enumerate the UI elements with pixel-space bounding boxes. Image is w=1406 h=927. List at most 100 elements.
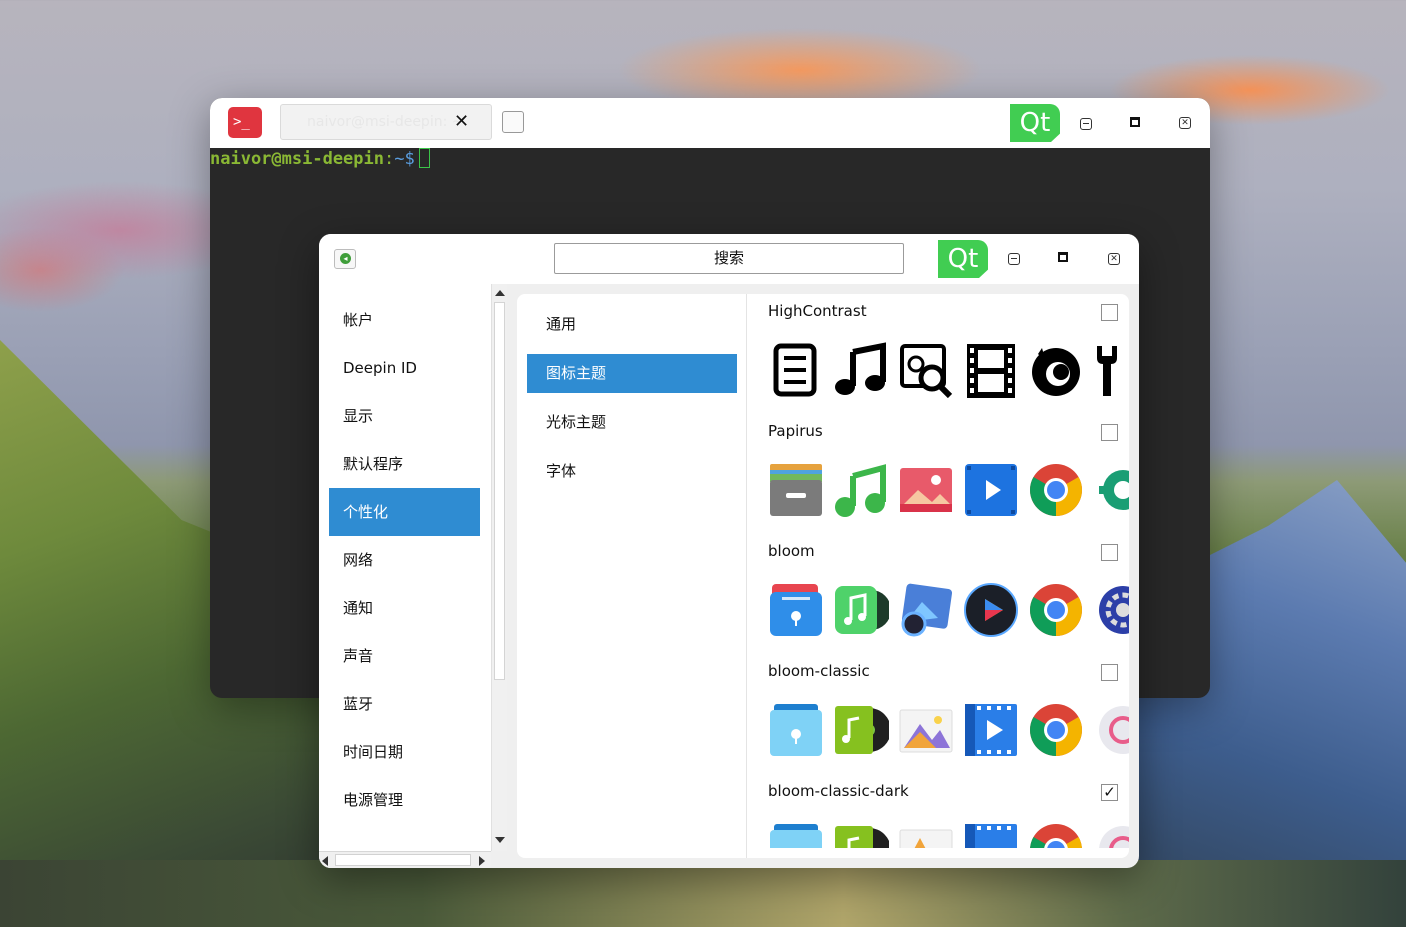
scroll-down-icon[interactable]: [495, 837, 505, 843]
minimize-button[interactable]: [1080, 118, 1092, 130]
settings-gear-icon: [1093, 462, 1129, 518]
file-manager-icon: [768, 822, 824, 848]
theme-icon-preview: [768, 582, 1129, 642]
theme-checkbox[interactable]: [1101, 304, 1118, 321]
music-icon: [833, 462, 889, 518]
subnav-cursor-theme[interactable]: 光标主题: [527, 403, 737, 442]
personalization-subnav: 通用 图标主题 光标主题 字体: [517, 294, 747, 858]
prompt-user: naivor@msi-deepin: [210, 149, 384, 169]
subnav-general[interactable]: 通用: [527, 305, 737, 344]
settings-gear-icon: [1093, 702, 1129, 758]
nav-horizontal-scrollbar[interactable]: [319, 851, 491, 868]
back-button[interactable]: ◂: [334, 249, 356, 269]
terminal-app-icon[interactable]: >_: [228, 107, 262, 138]
scrollbar-thumb[interactable]: [494, 302, 505, 680]
new-tab-button[interactable]: [502, 111, 524, 133]
video-player-icon: [963, 702, 1019, 758]
nav-item-bluetooth[interactable]: 蓝牙: [329, 680, 480, 728]
theme-name: bloom-classic-dark: [768, 782, 909, 800]
theme-item[interactable]: bloom-classic-dark ✓: [768, 774, 1129, 848]
theme-icon-preview: [768, 702, 1129, 762]
terminal-titlebar[interactable]: >_ naivor@msi-deepin: ~ ✕ Qt ✕: [210, 98, 1210, 148]
music-icon: [833, 582, 889, 638]
file-manager-icon: [768, 462, 824, 518]
nav-item-datetime[interactable]: 时间日期: [329, 728, 480, 776]
scroll-up-icon[interactable]: [495, 290, 505, 296]
theme-icon-preview: [768, 342, 1119, 402]
image-viewer-icon: [898, 822, 954, 848]
video-player-icon: [963, 462, 1019, 518]
settings-gear-icon: [1093, 582, 1129, 638]
file-manager-icon: [768, 342, 824, 398]
theme-name: Papirus: [768, 422, 823, 440]
theme-icon-preview: [768, 462, 1129, 522]
terminal-output[interactable]: naivor@msi-deepin:~$: [210, 148, 1210, 170]
image-viewer-icon: [898, 702, 954, 758]
prompt-path: ~$: [394, 149, 415, 169]
scroll-left-icon[interactable]: [322, 856, 328, 866]
terminal-cursor: [418, 148, 430, 168]
image-viewer-icon: [898, 582, 954, 638]
theme-item[interactable]: HighContrast: [768, 294, 1119, 414]
maximize-button[interactable]: [1058, 252, 1068, 262]
image-viewer-icon: [898, 462, 954, 518]
back-arrow-icon: ◂: [340, 253, 351, 264]
theme-item[interactable]: bloom: [768, 534, 1129, 654]
maximize-button[interactable]: [1130, 117, 1140, 127]
nav-item-personalization[interactable]: 个性化: [329, 488, 480, 536]
scrollbar-thumb[interactable]: [335, 854, 471, 866]
close-button[interactable]: ✕: [1108, 253, 1120, 265]
close-button[interactable]: ✕: [1179, 117, 1191, 129]
theme-checkbox[interactable]: [1101, 664, 1118, 681]
scroll-right-icon[interactable]: [479, 856, 485, 866]
music-icon: [833, 342, 889, 398]
firefox-icon: [1028, 342, 1084, 398]
chrome-icon: [1028, 702, 1084, 758]
nav-item-account[interactable]: 帐户: [329, 296, 480, 344]
nav-item-network[interactable]: 网络: [329, 536, 480, 584]
video-player-icon: [963, 822, 1019, 848]
subnav-icon-theme[interactable]: 图标主题: [527, 354, 737, 393]
theme-checkbox[interactable]: [1101, 544, 1118, 561]
nav-item-notification[interactable]: 通知: [329, 584, 480, 632]
file-manager-icon: [768, 582, 824, 638]
tab-close-icon[interactable]: ✕: [454, 111, 469, 132]
search-input[interactable]: 搜索: [554, 243, 904, 274]
subnav-font[interactable]: 字体: [527, 452, 737, 491]
settings-window: ◂ 搜索 Qt ✕ 帐户 Deepin ID 显示 默认程序 个性化 网络 通知…: [319, 234, 1139, 868]
settings-titlebar[interactable]: ◂ 搜索 Qt ✕: [319, 234, 1139, 284]
theme-name: bloom: [768, 542, 815, 560]
icon-theme-list: HighContrast Papirus bloom bloom-classic…: [748, 294, 1129, 848]
film-icon: [963, 342, 1019, 398]
nav-item-display[interactable]: 显示: [329, 392, 480, 440]
theme-name: bloom-classic: [768, 662, 870, 680]
chrome-icon: [1028, 582, 1084, 638]
wrench-icon: [1093, 342, 1129, 398]
nav-vertical-scrollbar[interactable]: [491, 284, 507, 851]
theme-icon-preview: [768, 822, 1129, 848]
music-icon: [833, 822, 889, 848]
theme-name: HighContrast: [768, 302, 867, 320]
nav-item-power[interactable]: 电源管理: [329, 776, 480, 824]
theme-item[interactable]: Papirus: [768, 414, 1129, 534]
wallpaper-hill-bottom: [0, 860, 1406, 927]
prompt-separator: :: [384, 149, 395, 169]
video-player-icon: [963, 582, 1019, 638]
chrome-icon: [1028, 462, 1084, 518]
nav-item-default-apps[interactable]: 默认程序: [329, 440, 480, 488]
nav-item-deepin-id[interactable]: Deepin ID: [329, 344, 480, 392]
music-icon: [833, 702, 889, 758]
personalization-content: 通用 图标主题 光标主题 字体 HighContrast Papirus blo…: [517, 294, 1129, 858]
qt-logo: Qt: [1010, 104, 1060, 142]
qt-logo: Qt: [938, 240, 988, 278]
image-search-icon: [898, 342, 954, 398]
theme-checkbox[interactable]: ✓: [1101, 784, 1118, 801]
minimize-button[interactable]: [1008, 253, 1020, 265]
terminal-tab-title: naivor@msi-deepin: ~: [307, 114, 464, 130]
settings-gear-icon: [1093, 822, 1129, 848]
theme-checkbox[interactable]: [1101, 424, 1118, 441]
file-manager-icon: [768, 702, 824, 758]
theme-item[interactable]: bloom-classic: [768, 654, 1129, 774]
nav-item-sound[interactable]: 声音: [329, 632, 480, 680]
chrome-icon: [1028, 822, 1084, 848]
